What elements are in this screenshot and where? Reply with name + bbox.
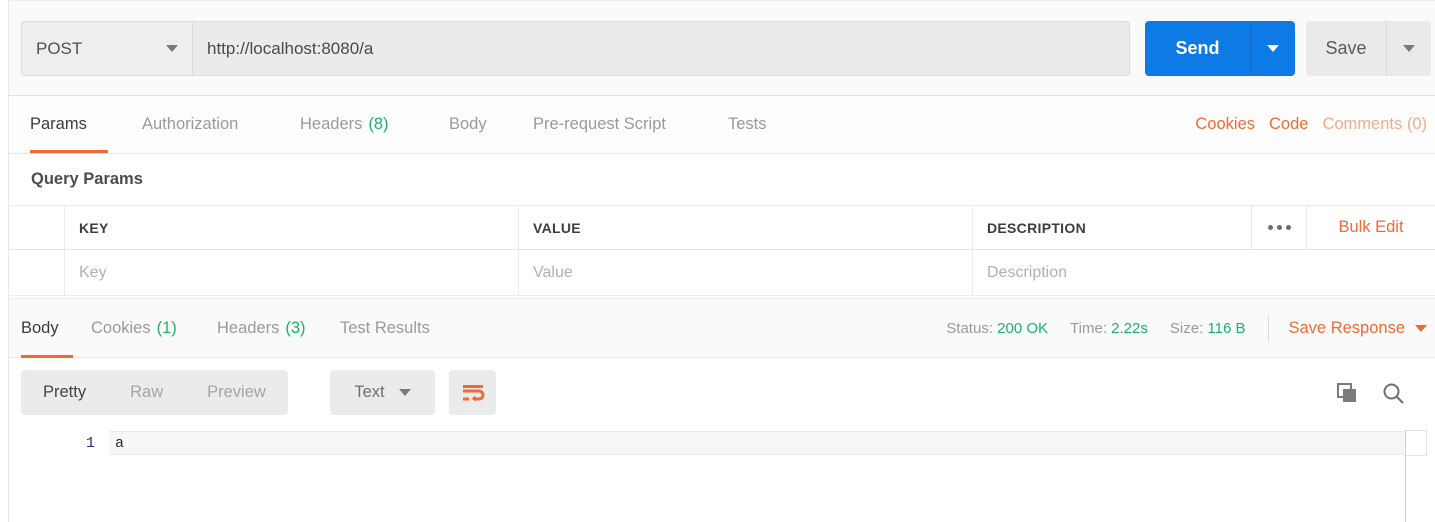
send-button[interactable]: Send	[1145, 21, 1251, 76]
response-tab-headers-label: Headers	[217, 319, 280, 337]
query-params-table: KEY VALUE DESCRIPTION Bulk Edit Key Valu…	[9, 205, 1435, 296]
copy-button[interactable]	[1335, 381, 1359, 405]
status-label: Status:	[946, 320, 993, 337]
response-tab-cookies-count: (1)	[156, 319, 177, 337]
tab-headers-label: Headers	[300, 115, 363, 133]
code-link[interactable]: Code	[1269, 115, 1308, 134]
query-params-title: Query Params	[9, 154, 1435, 206]
copy-icon	[1337, 382, 1356, 402]
tab-body[interactable]: Body	[449, 96, 500, 153]
request-url-text: http://localhost:8080/a	[207, 38, 374, 58]
http-method-label: POST	[36, 38, 83, 58]
tab-tests[interactable]: Tests	[728, 96, 780, 153]
response-tabs: Body Cookies (1) Headers (3) Test Result…	[9, 298, 1435, 358]
save-response-label: Save Response	[1288, 319, 1406, 337]
cookies-link[interactable]: Cookies	[1195, 115, 1255, 134]
response-tab-test-results-label: Test Results	[340, 319, 430, 337]
response-tab-test-results[interactable]: Test Results	[340, 299, 448, 358]
ellipsis-icon[interactable]	[1251, 205, 1307, 250]
time-label: Time:	[1070, 320, 1107, 337]
select-all-cell	[9, 206, 65, 249]
response-tool-icons	[1335, 370, 1405, 415]
tab-headers-count: (8)	[368, 115, 389, 133]
tab-pre-request-script-label: Pre-request Script	[533, 115, 666, 133]
column-header-description: DESCRIPTION	[987, 219, 1086, 236]
code-line-text: a	[109, 431, 1415, 455]
param-value-placeholder: Value	[533, 263, 573, 281]
tab-pre-request-script[interactable]: Pre-request Script	[533, 96, 694, 153]
response-format-label: Text	[354, 383, 385, 401]
view-mode-raw[interactable]: Raw	[108, 370, 185, 415]
size-metric: Size: 116 B	[1170, 320, 1246, 337]
param-description-cell[interactable]: Description	[973, 250, 1435, 295]
param-description-placeholder: Description	[987, 263, 1068, 281]
param-key-input[interactable]: Key	[65, 250, 519, 295]
save-button-group: Save	[1306, 21, 1431, 76]
response-tab-body-label: Body	[21, 319, 59, 337]
tab-body-label: Body	[449, 115, 487, 133]
tab-authorization-label: Authorization	[142, 115, 239, 133]
save-response-button[interactable]: Save Response	[1288, 319, 1427, 338]
request-tabs: Params Authorization Headers (8) Body Pr…	[9, 96, 1435, 154]
word-wrap-icon	[462, 384, 484, 401]
view-mode-pretty[interactable]: Pretty	[21, 370, 108, 415]
column-header-description-group: DESCRIPTION Bulk Edit	[973, 205, 1435, 250]
chevron-down-icon	[1403, 45, 1415, 52]
http-method-select[interactable]: POST	[21, 21, 192, 76]
code-line-end-cap	[1405, 430, 1427, 456]
send-options-button[interactable]	[1251, 21, 1295, 76]
size-value: 116 B	[1207, 320, 1246, 337]
response-tab-headers-count: (3)	[285, 319, 306, 337]
table-header-row: KEY VALUE DESCRIPTION Bulk Edit	[9, 205, 1435, 250]
word-wrap-toggle[interactable]	[449, 370, 496, 415]
column-header-value: VALUE	[519, 206, 973, 249]
response-body-code[interactable]: 1 a	[9, 430, 1435, 522]
view-mode-preview[interactable]: Preview	[185, 370, 288, 415]
comments-link[interactable]: Comments (0)	[1322, 115, 1427, 134]
request-url-bar: POST http://localhost:8080/a Send Save	[9, 0, 1435, 96]
chevron-down-icon	[1267, 45, 1279, 52]
request-action-links: Cookies Code Comments (0)	[1195, 96, 1427, 153]
response-meta: Status: 200 OK Time: 2.22s Size: 116 B S…	[946, 299, 1427, 358]
meta-divider	[1267, 315, 1269, 342]
response-body-toolbar: Pretty Raw Preview Text	[9, 358, 1435, 430]
param-value-input[interactable]: Value	[519, 250, 973, 295]
postman-request-response-pane: POST http://localhost:8080/a Send Save P…	[0, 0, 1435, 522]
send-button-group: Send	[1145, 21, 1295, 76]
time-value: 2.22s	[1111, 320, 1148, 337]
size-label: Size:	[1169, 320, 1204, 337]
row-checkbox-cell[interactable]	[9, 250, 65, 295]
search-button[interactable]	[1381, 381, 1405, 405]
save-button[interactable]: Save	[1306, 21, 1387, 76]
caret-down-icon	[1415, 325, 1427, 332]
column-header-key: KEY	[65, 206, 519, 249]
tab-tests-label: Tests	[728, 115, 767, 133]
request-url-input[interactable]: http://localhost:8080/a	[192, 21, 1130, 76]
response-tab-body[interactable]: Body	[21, 299, 73, 358]
tab-params[interactable]: Params	[30, 96, 108, 153]
response-tab-headers[interactable]: Headers (3)	[217, 299, 318, 358]
param-key-placeholder: Key	[79, 263, 107, 281]
line-number: 1	[85, 434, 95, 452]
status-value: 200 OK	[997, 320, 1049, 337]
response-format-select[interactable]: Text	[330, 370, 435, 415]
chevron-down-icon	[166, 45, 178, 52]
bulk-edit-button[interactable]: Bulk Edit	[1307, 206, 1435, 250]
tab-params-label: Params	[30, 115, 87, 133]
code-right-rule	[1405, 430, 1406, 522]
time-metric: Time: 2.22s	[1070, 320, 1148, 337]
save-options-button[interactable]	[1387, 21, 1431, 76]
response-tab-cookies-label: Cookies	[91, 319, 151, 337]
response-tab-cookies[interactable]: Cookies (1)	[91, 299, 191, 358]
chevron-down-icon	[398, 389, 411, 396]
view-mode-group: Pretty Raw Preview	[21, 370, 288, 415]
search-icon	[1383, 383, 1404, 404]
tab-headers[interactable]: Headers (8)	[300, 96, 410, 153]
left-rail-divider	[0, 0, 9, 522]
tab-authorization[interactable]: Authorization	[142, 96, 268, 153]
table-row: Key Value Description	[9, 250, 1435, 296]
status-metric: Status: 200 OK	[946, 320, 1048, 337]
code-line: 1 a	[9, 430, 1435, 456]
